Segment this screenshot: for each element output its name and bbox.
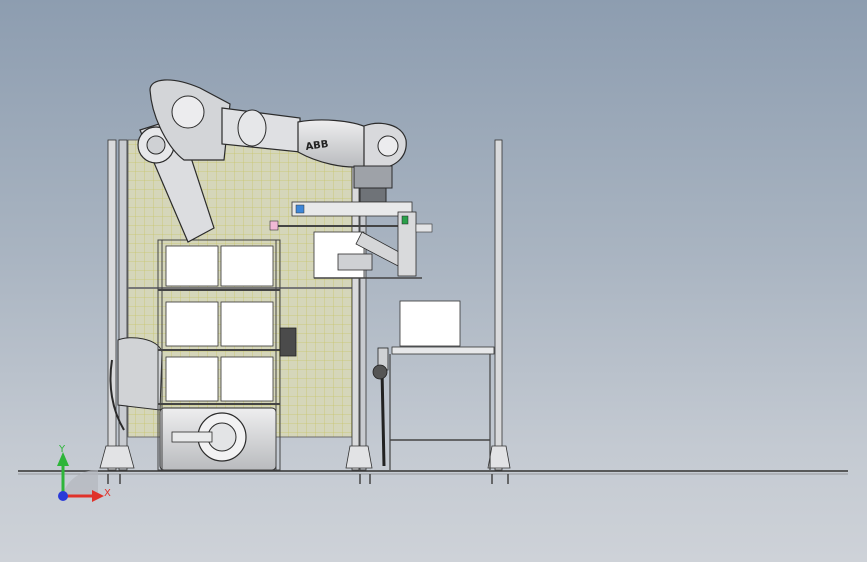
y-axis-label: Y [58, 444, 66, 455]
robot-cell-drawing: ABB Y X [18, 79, 848, 502]
rack-box [220, 356, 274, 402]
robot-base [159, 407, 277, 471]
safety-fence-right-post [487, 139, 511, 471]
side-table [372, 300, 495, 470]
x-axis-label: X [104, 488, 111, 499]
leveling-feet [107, 474, 509, 484]
monitor-panel [399, 300, 461, 347]
rack-box [165, 245, 219, 287]
rack-box [165, 301, 219, 347]
cad-viewport[interactable]: ABB Y X [0, 0, 867, 562]
rack-box [220, 245, 274, 287]
rack-box [220, 301, 274, 347]
coordinate-triad[interactable]: Y X [57, 444, 111, 502]
rack-box [165, 356, 219, 402]
